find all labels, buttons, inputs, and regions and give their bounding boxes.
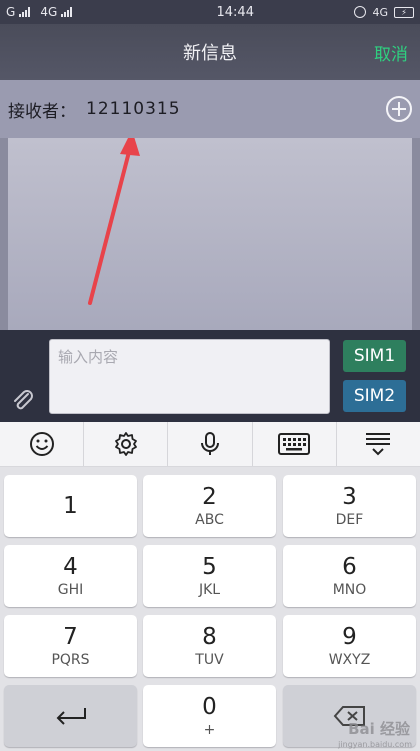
key-0[interactable]: 0 + xyxy=(143,685,276,747)
key-letters: GHI xyxy=(57,582,84,598)
enter-key[interactable] xyxy=(4,685,137,747)
watermark-brand: Bai 经验 xyxy=(348,720,410,738)
carrier-label-1: G xyxy=(6,5,16,19)
key-digit: 3 xyxy=(342,484,357,510)
key-digit: 8 xyxy=(202,624,217,650)
numeric-keypad: 1 2 ABC 3 DEF 4 GHI 5 JKL 6 MNO 7 PQRS 8… xyxy=(0,467,420,751)
enter-arrow-icon xyxy=(56,708,86,725)
key-7[interactable]: 7 PQRS xyxy=(4,615,137,677)
watermark-url: jingyan.baidu.com xyxy=(338,740,412,749)
key-digit: 6 xyxy=(342,554,357,580)
key-letters: WXYZ xyxy=(328,652,371,668)
message-input[interactable] xyxy=(49,339,330,414)
settings-button[interactable] xyxy=(84,422,169,466)
signal-group: G 4G xyxy=(6,5,166,19)
key-letters: DEF xyxy=(335,512,364,528)
voice-input-button[interactable] xyxy=(168,422,253,466)
status-right: 4G ⚡ xyxy=(354,6,414,19)
keyboard-icon xyxy=(278,433,311,455)
alarm-icon xyxy=(354,6,367,18)
add-contact-button[interactable] xyxy=(386,96,412,122)
annotation-arrow-icon xyxy=(88,138,140,305)
carrier-label-2: 4G xyxy=(40,5,58,19)
key-digit: 4 xyxy=(63,554,78,580)
emoji-icon xyxy=(29,432,54,456)
key-5[interactable]: 5 JKL xyxy=(143,545,276,607)
key-3[interactable]: 3 DEF xyxy=(283,475,416,537)
key-4[interactable]: 4 GHI xyxy=(4,545,137,607)
send-sim2-button[interactable]: SIM2 xyxy=(343,380,406,412)
hide-keyboard-button[interactable] xyxy=(337,422,420,466)
key-9[interactable]: 9 WXYZ xyxy=(283,615,416,677)
key-2[interactable]: 2 ABC xyxy=(143,475,276,537)
key-letters: + xyxy=(203,722,216,738)
microphone-icon xyxy=(201,432,219,455)
paperclip-icon[interactable] xyxy=(10,388,36,414)
key-digit: 2 xyxy=(202,484,217,510)
signal-icon xyxy=(19,7,31,17)
keyboard-toolbar xyxy=(0,422,420,467)
message-thread-area xyxy=(0,138,420,330)
page-title: 新信息 xyxy=(183,43,237,64)
status-bar: G 4G 14:44 4G ⚡ xyxy=(0,0,420,24)
network-label: 4G xyxy=(372,5,388,19)
key-8[interactable]: 8 TUV xyxy=(143,615,276,677)
key-digit: 9 xyxy=(342,624,357,650)
key-digit: 7 xyxy=(63,624,78,650)
status-time: 14:44 xyxy=(216,4,254,20)
emoji-button[interactable] xyxy=(0,422,85,466)
layout-collapse-icon xyxy=(366,433,391,456)
send-sim1-button[interactable]: SIM1 xyxy=(343,340,406,372)
title-bar: 新信息 取消 xyxy=(0,24,420,80)
key-digit: 5 xyxy=(202,554,217,580)
keyboard-switch-button[interactable] xyxy=(253,422,337,466)
key-6[interactable]: 6 MNO xyxy=(283,545,416,607)
recipient-value[interactable]: 12110315 xyxy=(86,99,181,119)
key-1[interactable]: 1 xyxy=(4,475,137,537)
key-letters: PQRS xyxy=(51,652,90,668)
key-digit: 1 xyxy=(63,493,78,519)
recipient-label: 接收者： xyxy=(8,101,76,122)
signal-icon-2 xyxy=(61,7,73,17)
compose-bar: SIM1 SIM2 xyxy=(0,330,420,422)
gear-icon xyxy=(114,432,137,456)
key-letters: JKL xyxy=(198,582,221,598)
key-letters: ABC xyxy=(195,512,224,528)
cancel-button[interactable]: 取消 xyxy=(374,40,408,65)
key-digit: 0 xyxy=(202,694,217,720)
key-letters: MNO xyxy=(332,582,367,598)
recipient-row[interactable]: 接收者： 12110315 xyxy=(0,80,420,138)
key-letters: TUV xyxy=(195,652,224,668)
battery-icon: ⚡ xyxy=(394,6,414,18)
